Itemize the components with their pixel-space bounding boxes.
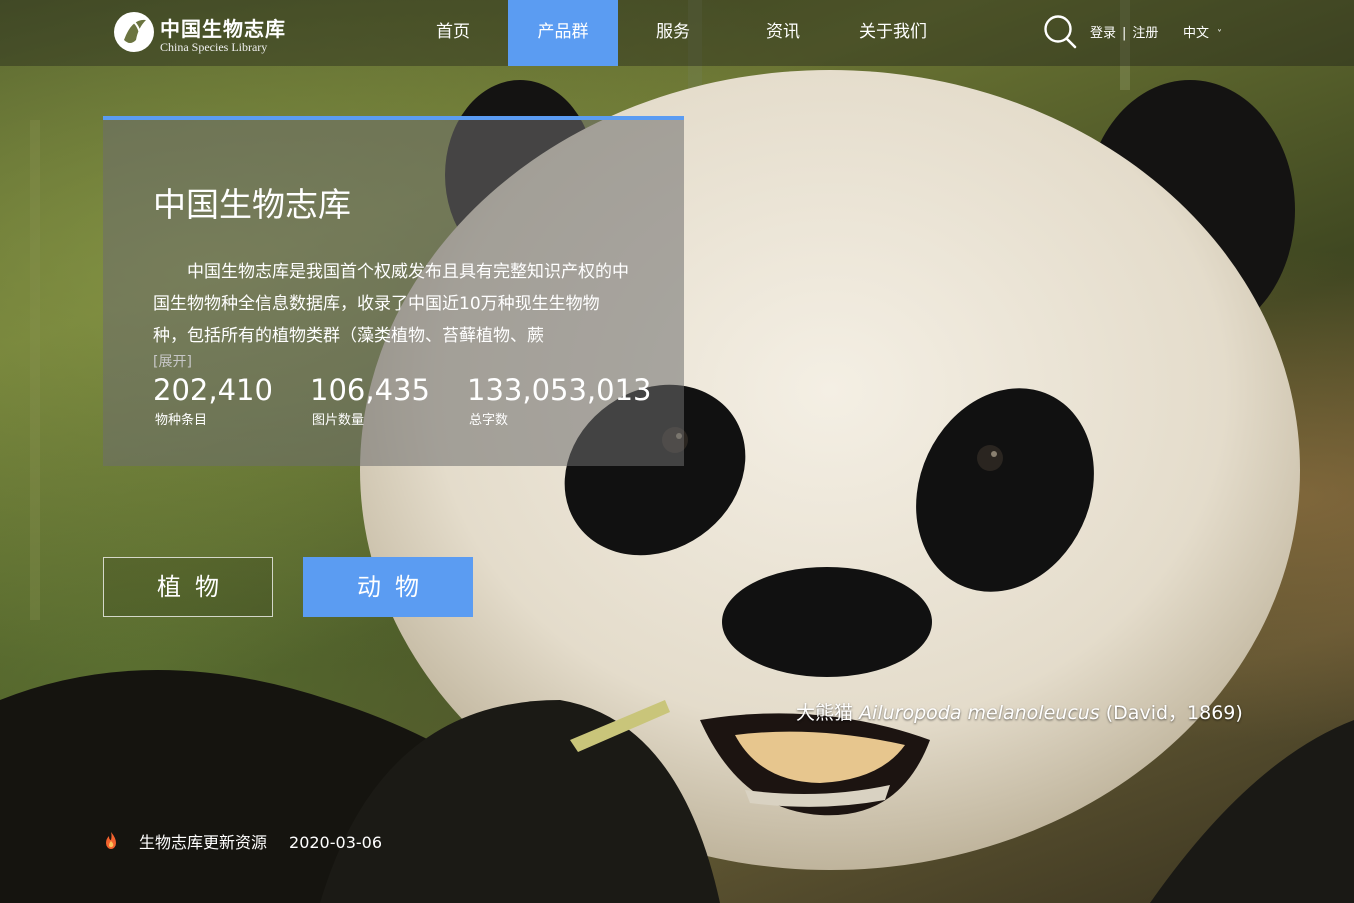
news-title-link[interactable]: 生物志库更新资源 (139, 833, 267, 852)
nav-item-services[interactable]: 服务 (618, 0, 728, 66)
nav-item-about[interactable]: 关于我们 (838, 0, 948, 66)
stat-value: 133,053,013 (467, 373, 652, 407)
stat-label: 物种条目 (155, 413, 208, 428)
expand-link[interactable]: [展开] (153, 351, 192, 371)
language-selector[interactable]: 中文 ˅ (1183, 22, 1222, 41)
register-link[interactable]: 注册 (1132, 26, 1158, 41)
stat-species-entries: 202,410 物种条目 (153, 373, 273, 428)
species-caption: 大熊猫 Ailuropoda melanoleucus (David，1869) (796, 698, 1243, 725)
site-logo[interactable]: 中国生物志库 China Species Library (112, 10, 292, 56)
news-ticker: 生物志库更新资源 2020-03-06 (101, 829, 382, 853)
fire-icon (106, 832, 116, 849)
top-navigation-bar: 中国生物志库 China Species Library 首页 产品群 服务 资… (0, 0, 1354, 66)
nav-item-products[interactable]: 产品群 (508, 0, 618, 66)
logo-mark-icon (114, 12, 154, 52)
search-icon[interactable] (1043, 14, 1077, 50)
auth-links: 登录 | 注册 (1090, 22, 1158, 41)
language-label: 中文 (1183, 26, 1210, 41)
intro-title: 中国生物志库 (153, 185, 351, 224)
nav-item-news[interactable]: 资讯 (728, 0, 838, 66)
caption-author: (David，1869) (1105, 702, 1243, 724)
stat-label: 图片数量 (312, 413, 365, 428)
login-link[interactable]: 登录 (1090, 26, 1116, 41)
page: 中国生物志库 China Species Library 首页 产品群 服务 资… (0, 0, 1354, 903)
intro-panel: 中国生物志库 中国生物志库是我国首个权威发布且具有完整知识产权的中国生物物种全信… (103, 116, 684, 466)
stat-label: 总字数 (469, 413, 509, 428)
stat-image-count: 106,435 图片数量 (310, 373, 430, 428)
stat-word-count: 133,053,013 总字数 (467, 373, 652, 428)
logo-chinese-name: 中国生物志库 (160, 17, 286, 41)
nav-item-home[interactable]: 首页 (398, 0, 508, 66)
animal-category-button[interactable]: 动物 (303, 557, 473, 617)
caption-scientific-name: Ailuropoda melanoleucus (859, 702, 1100, 724)
stat-value: 202,410 (153, 373, 273, 407)
news-date: 2020-03-06 (289, 833, 382, 852)
logo-english-name: China Species Library (160, 40, 268, 54)
auth-separator: | (1122, 26, 1127, 41)
caption-common-name: 大熊猫 (796, 702, 854, 724)
plant-category-button[interactable]: 植物 (103, 557, 273, 617)
stat-value: 106,435 (310, 373, 430, 407)
chevron-down-icon: ˅ (1217, 29, 1223, 40)
intro-description: 中国生物志库是我国首个权威发布且具有完整知识产权的中国生物物种全信息数据库，收录… (153, 262, 629, 346)
